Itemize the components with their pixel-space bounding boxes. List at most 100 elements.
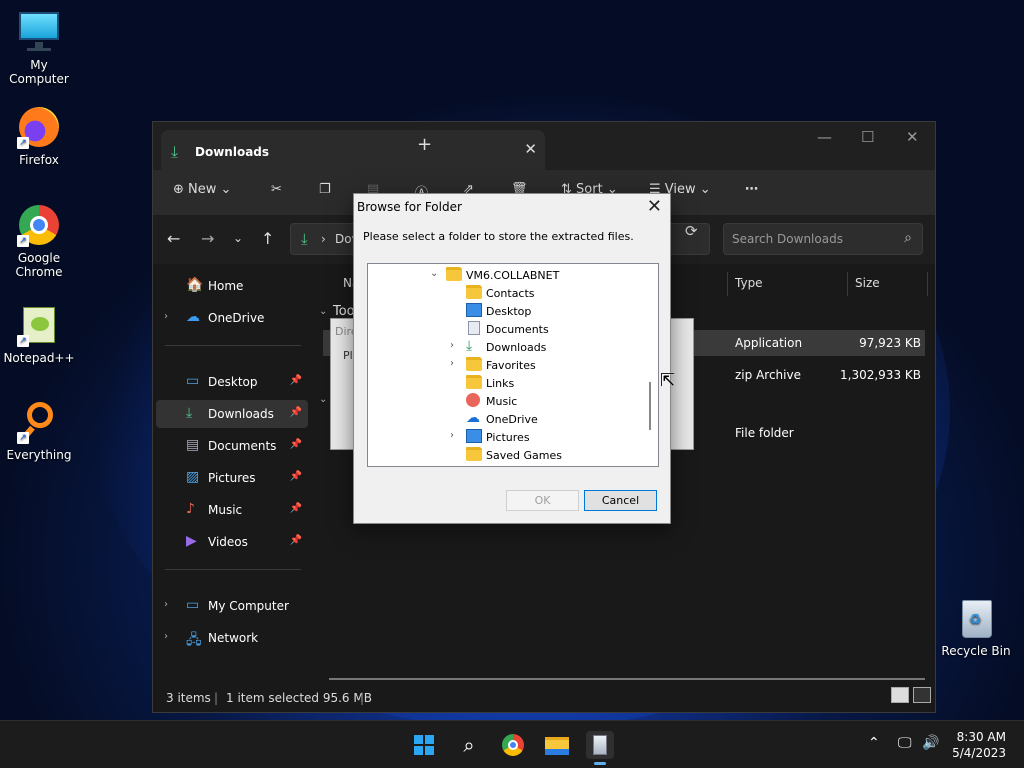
tree-node-label: Contacts <box>486 287 535 300</box>
recent-locations-icon[interactable]: ⌄ <box>233 231 243 245</box>
sidebar-item-desktop[interactable]: ▭ Desktop 📌 <box>156 368 308 396</box>
chevron-right-icon: › <box>164 599 168 610</box>
volume-icon[interactable]: 🔊 <box>922 735 939 751</box>
details-view-button[interactable] <box>891 687 909 703</box>
sidebar-label: Desktop <box>208 375 258 389</box>
folder-icon <box>466 375 482 389</box>
chevron-right-icon[interactable]: › <box>450 430 454 441</box>
tree-node-label: Downloads <box>486 341 547 354</box>
tiles-view-button[interactable] <box>913 687 931 703</box>
folder-tree[interactable]: ⌄ VM6.COLLABNET Contacts Desktop Documen… <box>367 263 659 467</box>
sidebar-item-pictures[interactable]: ▨ Pictures 📌 <box>156 464 308 492</box>
folder-icon <box>466 285 482 299</box>
sidebar-item-music[interactable]: ♪ Music 📌 <box>156 496 308 524</box>
chrome-taskbar-icon[interactable] <box>499 731 527 759</box>
close-tab-icon[interactable]: ✕ <box>524 140 537 158</box>
pin-icon[interactable]: 📌 <box>290 439 302 450</box>
back-arrow-icon[interactable]: ← <box>167 229 180 248</box>
browse-for-folder-dialog: Browse for Folder ✕ Please select a fold… <box>353 193 671 524</box>
sidebar-item-my-computer[interactable]: › ▭ My Computer <box>156 592 308 620</box>
search-icon[interactable]: ⌕ <box>455 731 483 759</box>
desktop-icon-everything[interactable]: ↗ Everything <box>0 400 78 462</box>
download-icon: ⤓ <box>186 405 193 421</box>
new-tab-button[interactable]: + <box>417 134 432 155</box>
picture-icon <box>466 429 482 443</box>
sidebar-item-onedrive[interactable]: › ☁ OneDrive <box>156 304 308 332</box>
sidebar-label: Music <box>208 503 243 517</box>
start-button[interactable] <box>410 731 438 759</box>
picture-icon: ▨ <box>186 469 200 485</box>
column-separator <box>927 272 928 296</box>
column-header-size[interactable]: Size <box>855 276 880 290</box>
status-bar: 3 items | 1 item selected 95.6 MB | <box>153 682 935 712</box>
chevron-right-icon: › <box>321 232 326 246</box>
plus-circle-icon: ⊕ <box>173 182 184 197</box>
column-separator <box>727 272 728 296</box>
clock[interactable]: 8:30 AM 5/4/2023 <box>952 729 1006 761</box>
tree-node-label: VM6.COLLABNET <box>466 269 560 282</box>
sidebar-item-videos[interactable]: ▶ Videos 📌 <box>156 528 308 556</box>
desktop-icon-my-computer[interactable]: My Computer <box>0 10 78 86</box>
chevron-right-icon: › <box>164 631 168 642</box>
desktop-icon-recycle-bin[interactable]: ♻ Recycle Bin <box>936 596 1016 658</box>
pin-icon[interactable]: 📌 <box>290 535 302 546</box>
network-icon[interactable]: 🖵 <box>898 735 912 751</box>
desktop-icon-label: My Computer <box>9 58 69 86</box>
chevron-down-icon[interactable]: ⌄ <box>319 306 327 317</box>
desktop-icon-label: Google Chrome <box>15 251 63 279</box>
chevron-up-icon[interactable]: ⌃ <box>868 735 880 751</box>
archive-app-taskbar-icon[interactable] <box>586 731 614 765</box>
chevron-right-icon[interactable]: › <box>450 358 454 369</box>
column-header-type[interactable]: Type <box>735 276 763 290</box>
refresh-icon[interactable]: ⟳ <box>685 222 698 240</box>
status-separator: | <box>360 691 365 705</box>
document-icon: ▤ <box>186 437 200 453</box>
sidebar-item-downloads[interactable]: ⤓ Downloads 📌 <box>156 400 308 428</box>
cancel-button[interactable]: Cancel <box>584 490 657 511</box>
chrome-icon: ↗ <box>17 203 61 247</box>
cut-icon[interactable]: ✂ <box>271 182 282 197</box>
chevron-down-icon[interactable]: ⌄ <box>430 268 438 279</box>
sidebar-item-documents[interactable]: ▤ Documents 📌 <box>156 432 308 460</box>
maximize-button[interactable]: ☐ <box>861 128 874 146</box>
search-icon: ⌕ <box>904 230 912 246</box>
divider <box>165 569 301 570</box>
close-window-button[interactable]: ✕ <box>906 128 919 146</box>
up-arrow-icon[interactable]: ↑ <box>261 229 274 248</box>
tree-node-label: Documents <box>486 323 549 336</box>
sidebar-item-home[interactable]: 🏠 Home <box>156 272 308 300</box>
copy-icon[interactable]: ❐ <box>319 182 331 197</box>
close-icon[interactable]: ✕ <box>647 196 662 217</box>
status-item-count: 3 items <box>166 691 211 705</box>
tree-scrollbar[interactable] <box>649 382 651 430</box>
ok-button[interactable]: OK <box>506 490 579 511</box>
minimize-button[interactable]: — <box>817 128 832 146</box>
music-icon: ♪ <box>186 501 195 517</box>
file-explorer-taskbar-icon[interactable] <box>543 731 571 759</box>
pin-icon[interactable]: 📌 <box>290 471 302 482</box>
chevron-down-icon[interactable]: ⌄ <box>319 394 327 405</box>
desktop-icon-notepadpp[interactable]: ↗ Notepad++ <box>0 303 78 365</box>
everything-icon: ↗ <box>17 400 61 444</box>
horizontal-scrollbar[interactable] <box>329 678 925 680</box>
chevron-right-icon[interactable]: › <box>450 340 454 351</box>
music-icon <box>466 393 480 407</box>
mouse-cursor-icon: ⇱ <box>660 370 676 391</box>
desktop-icon-firefox[interactable]: ↗ Firefox <box>0 105 78 167</box>
tab-downloads[interactable]: ⤓ Downloads ✕ <box>161 130 545 170</box>
desktop-icon-label: Recycle Bin <box>941 644 1011 658</box>
sidebar-label: Downloads <box>208 407 274 421</box>
folder-icon <box>446 267 462 281</box>
new-button[interactable]: ⊕ New ⌄ <box>173 182 231 197</box>
pin-icon[interactable]: 📌 <box>290 407 302 418</box>
sidebar-item-network[interactable]: › 🖧 Network <box>156 624 308 652</box>
pin-icon[interactable]: 📌 <box>290 503 302 514</box>
more-options-icon[interactable]: ⋯ <box>745 182 758 197</box>
navigation-pane: 🏠 Home › ☁ OneDrive ▭ Desktop 📌 ⤓ Downlo… <box>153 264 311 684</box>
desktop-icon-chrome[interactable]: ↗ Google Chrome <box>0 203 78 279</box>
sidebar-label: OneDrive <box>208 311 265 325</box>
forward-arrow-icon[interactable]: → <box>201 229 214 248</box>
pin-icon[interactable]: 📌 <box>290 375 302 386</box>
search-input[interactable]: Search Downloads ⌕ <box>723 223 923 255</box>
home-icon: 🏠 <box>186 277 204 293</box>
